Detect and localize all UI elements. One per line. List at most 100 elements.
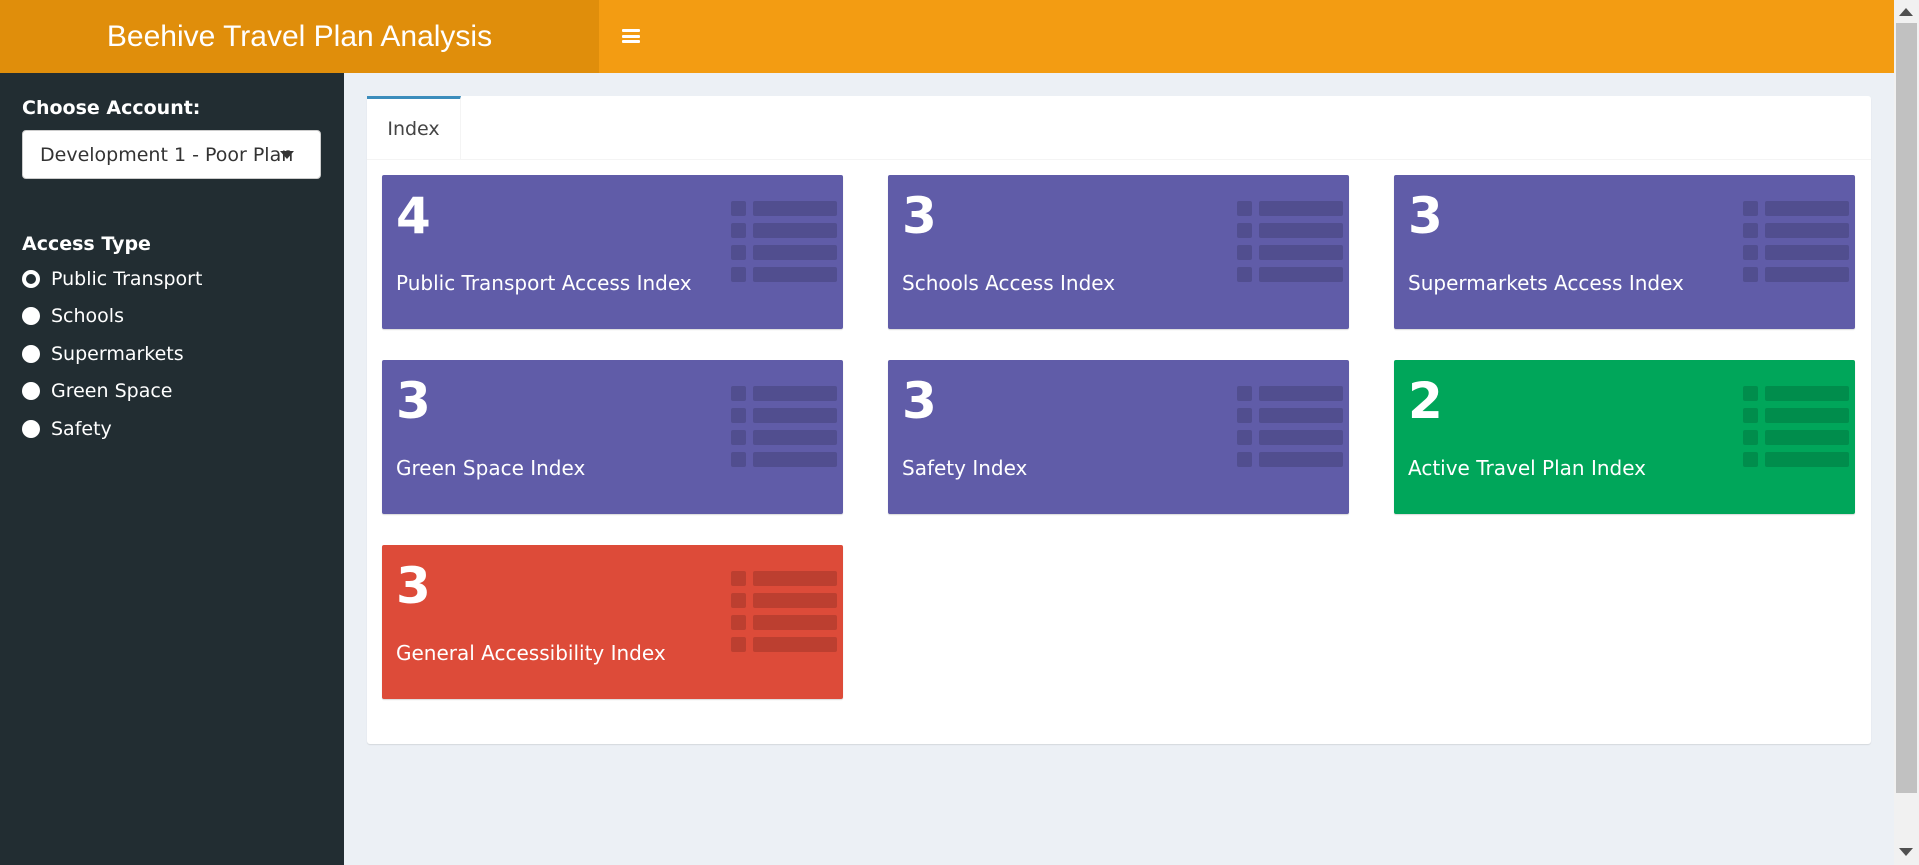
radio-public-transport[interactable]: Public Transport xyxy=(22,268,202,290)
list-icon-bullet xyxy=(1743,245,1758,260)
value-box-label: Green Space Index xyxy=(396,456,586,480)
list-icon-bullet xyxy=(731,615,746,630)
value-box-number: 3 xyxy=(396,557,431,615)
list-icon-bullet xyxy=(731,430,746,445)
radio-schools[interactable]: Schools xyxy=(22,305,124,327)
radio-label: Supermarkets xyxy=(51,343,184,365)
list-icon-line xyxy=(1259,430,1343,445)
value-box-label: Supermarkets Access Index xyxy=(1408,271,1684,295)
radio-supermarkets[interactable]: Supermarkets xyxy=(22,343,184,365)
list-icon-line xyxy=(1259,245,1343,260)
scroll-up-icon[interactable] xyxy=(1899,8,1913,16)
radio-unchecked-icon[interactable] xyxy=(22,307,40,325)
top-navbar: Beehive Travel Plan Analysis xyxy=(0,0,1894,73)
value-box-label: General Accessibility Index xyxy=(396,641,666,665)
list-icon xyxy=(1237,386,1343,468)
scrollbar-thumb[interactable] xyxy=(1896,23,1917,793)
tabs-bar: Index xyxy=(367,96,1871,160)
list-icon-bullet xyxy=(731,637,746,652)
list-icon-line xyxy=(753,430,837,445)
radio-label: Public Transport xyxy=(51,268,203,290)
value-box-number: 3 xyxy=(902,372,937,430)
sidebar: Choose Account: Development 1 - Poor Pla… xyxy=(0,73,344,865)
value-box-number: 3 xyxy=(902,187,937,245)
value-box-supermarkets: 3 Supermarkets Access Index xyxy=(1394,175,1855,329)
value-box-label: Active Travel Plan Index xyxy=(1408,456,1646,480)
value-box-label: Schools Access Index xyxy=(902,271,1116,295)
choose-account-label: Choose Account: xyxy=(22,97,201,119)
list-icon-bullet xyxy=(1237,452,1252,467)
value-box-number: 2 xyxy=(1408,372,1443,430)
bars-icon xyxy=(622,29,640,43)
value-box-number: 4 xyxy=(396,187,431,245)
list-icon-bullet xyxy=(1237,430,1252,445)
tab-index[interactable]: Index xyxy=(367,96,461,159)
list-icon xyxy=(731,201,837,283)
radio-label: Schools xyxy=(51,305,124,327)
app-title[interactable]: Beehive Travel Plan Analysis xyxy=(0,0,599,73)
list-icon-bullet xyxy=(731,267,746,282)
list-icon-bullet xyxy=(731,408,746,423)
list-icon-bullet xyxy=(1237,245,1252,260)
list-icon-bullet xyxy=(1743,201,1758,216)
value-box-label: Public Transport Access Index xyxy=(396,271,692,295)
radio-unchecked-icon[interactable] xyxy=(22,345,40,363)
list-icon-bullet xyxy=(1237,267,1252,282)
list-icon-bullet xyxy=(1743,223,1758,238)
account-select-value: Development 1 - Poor Plan xyxy=(40,143,294,166)
scroll-down-icon[interactable] xyxy=(1899,848,1913,856)
list-icon-line xyxy=(753,223,837,238)
list-icon xyxy=(1743,386,1849,468)
value-box-safety: 3 Safety Index xyxy=(888,360,1349,514)
value-box-label: Safety Index xyxy=(902,456,1028,480)
list-icon-line xyxy=(753,408,837,423)
list-icon-bullet xyxy=(731,386,746,401)
list-icon xyxy=(731,386,837,468)
list-icon-bullet xyxy=(731,571,746,586)
tab-box: Index 4 Public Transport Access Index 3 … xyxy=(367,96,1871,744)
list-icon-line xyxy=(753,267,837,282)
list-icon-line xyxy=(1765,223,1849,238)
list-icon-line xyxy=(753,593,837,608)
list-icon-bullet xyxy=(1743,267,1758,282)
list-icon-line xyxy=(1765,452,1849,467)
value-box-schools: 3 Schools Access Index xyxy=(888,175,1349,329)
list-icon-bullet xyxy=(731,245,746,260)
list-icon-bullet xyxy=(731,593,746,608)
radio-checked-icon[interactable] xyxy=(22,270,40,288)
radio-label: Green Space xyxy=(51,380,173,402)
access-type-label: Access Type xyxy=(22,233,151,255)
list-icon-line xyxy=(1765,245,1849,260)
list-icon-line xyxy=(1259,223,1343,238)
value-box-public-transport: 4 Public Transport Access Index xyxy=(382,175,843,329)
radio-label: Safety xyxy=(51,418,112,440)
value-box-green-space: 3 Green Space Index xyxy=(382,360,843,514)
value-box-active-travel-plan: 2 Active Travel Plan Index xyxy=(1394,360,1855,514)
radio-green-space[interactable]: Green Space xyxy=(22,380,172,402)
list-icon xyxy=(1237,201,1343,283)
list-icon-line xyxy=(1765,386,1849,401)
list-icon-bullet xyxy=(731,223,746,238)
list-icon-line xyxy=(1259,386,1343,401)
radio-unchecked-icon[interactable] xyxy=(22,420,40,438)
caret-down-icon xyxy=(280,151,294,159)
list-icon-line xyxy=(753,452,837,467)
list-icon-line xyxy=(753,637,837,652)
list-icon-line xyxy=(1765,267,1849,282)
value-box-number: 3 xyxy=(1408,187,1443,245)
sidebar-toggle-button[interactable] xyxy=(614,18,648,54)
radio-safety[interactable]: Safety xyxy=(22,418,112,440)
list-icon-line xyxy=(753,201,837,216)
radio-unchecked-icon[interactable] xyxy=(22,382,40,400)
list-icon xyxy=(1743,201,1849,283)
list-icon-bullet xyxy=(731,452,746,467)
list-icon-bullet xyxy=(1743,452,1758,467)
list-icon-bullet xyxy=(1743,386,1758,401)
list-icon-line xyxy=(1765,430,1849,445)
list-icon-bullet xyxy=(1743,430,1758,445)
account-select[interactable]: Development 1 - Poor Plan xyxy=(22,130,321,179)
list-icon-line xyxy=(1259,267,1343,282)
list-icon xyxy=(731,571,837,653)
list-icon-bullet xyxy=(1237,386,1252,401)
value-box-number: 3 xyxy=(396,372,431,430)
